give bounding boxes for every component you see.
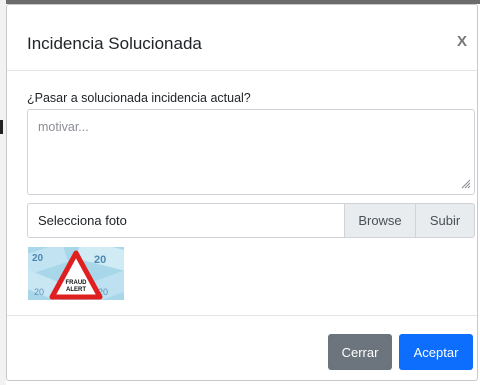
svg-text:20: 20 <box>34 287 44 297</box>
upload-button[interactable]: Subir <box>416 203 475 238</box>
modal-footer: Cerrar Aceptar <box>7 315 477 382</box>
resize-grip-icon[interactable] <box>459 177 471 189</box>
screen: Incidencia Solucionada X ¿Pasar a soluci… <box>0 0 480 385</box>
photo-file-input: Selecciona foto Browse Subir <box>27 203 475 238</box>
reason-textarea[interactable] <box>27 109 475 195</box>
solve-prompt-label: ¿Pasar a solucionada incidencia actual? <box>27 91 251 105</box>
file-name-field[interactable]: Selecciona foto <box>27 203 345 238</box>
close-icon[interactable]: X <box>457 33 467 51</box>
modal-header: Incidencia Solucionada X <box>7 5 477 71</box>
svg-text:20: 20 <box>94 254 106 266</box>
background-mark <box>0 120 3 134</box>
alert-text-line2: ALERT <box>66 287 86 293</box>
close-button[interactable]: Cerrar <box>328 334 392 370</box>
svg-text:20: 20 <box>32 253 44 264</box>
alert-text-line1: FRAUD <box>66 280 88 286</box>
fraud-alert-image: 20 20 20 20 FRAUD ALERT <box>28 247 124 300</box>
photo-thumbnail[interactable]: 20 20 20 20 FRAUD ALERT <box>28 247 124 300</box>
accept-button[interactable]: Aceptar <box>399 334 473 370</box>
browse-button[interactable]: Browse <box>345 203 416 238</box>
modal-title: Incidencia Solucionada <box>27 34 202 53</box>
incident-solved-modal: Incidencia Solucionada X ¿Pasar a soluci… <box>6 4 478 381</box>
